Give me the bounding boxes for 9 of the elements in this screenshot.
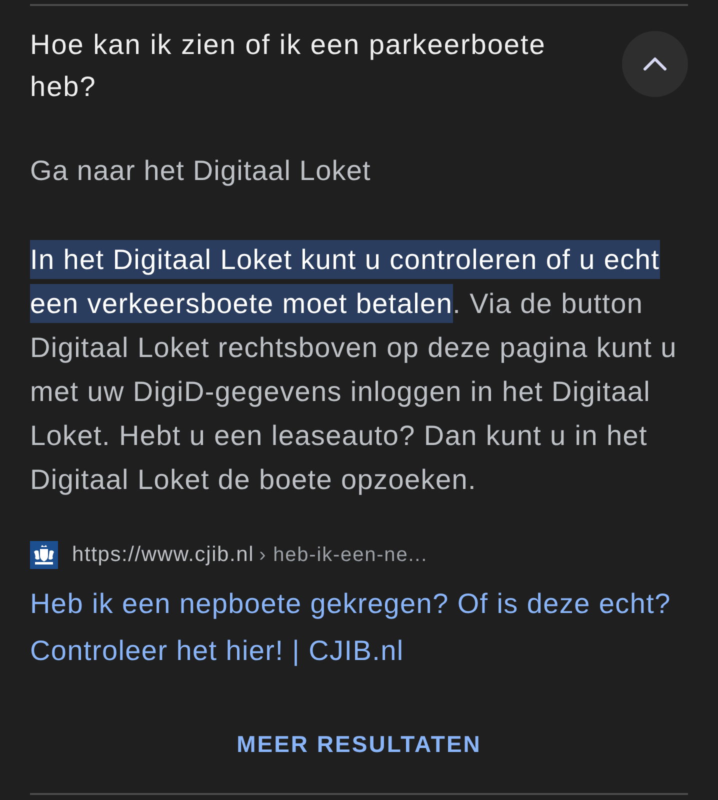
- source-url: https://www.cjib.nl: [72, 543, 254, 567]
- question-title: Hoe kan ik zien of ik een parkeerboete heb?: [30, 28, 547, 104]
- more-results-button[interactable]: MEER RESULTATEN: [226, 725, 492, 764]
- result-title-link[interactable]: Heb ik een nepboete gekregen? Of is deze echt? Controleer het hier! | CJIB.nl: [30, 580, 688, 674]
- crest-icon: [30, 541, 58, 569]
- source-path: › heb-ik-een-ne...: [259, 544, 428, 566]
- chevron-up-icon: [643, 57, 667, 71]
- answer-heading: Ga naar het Digitaal Loket: [30, 154, 372, 188]
- answer-paragraph: In het Digitaal Loket kunt u controleren of u echt een verkeersboete moet betalen. Via de button Digitaal Loket rechtsboven op deze pagina kunt u met uw DigiD-gegevens inloggen in het Digitaal Loket. Hebt u een leaseauto? Dan kunt u in het Digitaal Loket de boete opzoeken.: [30, 238, 688, 502]
